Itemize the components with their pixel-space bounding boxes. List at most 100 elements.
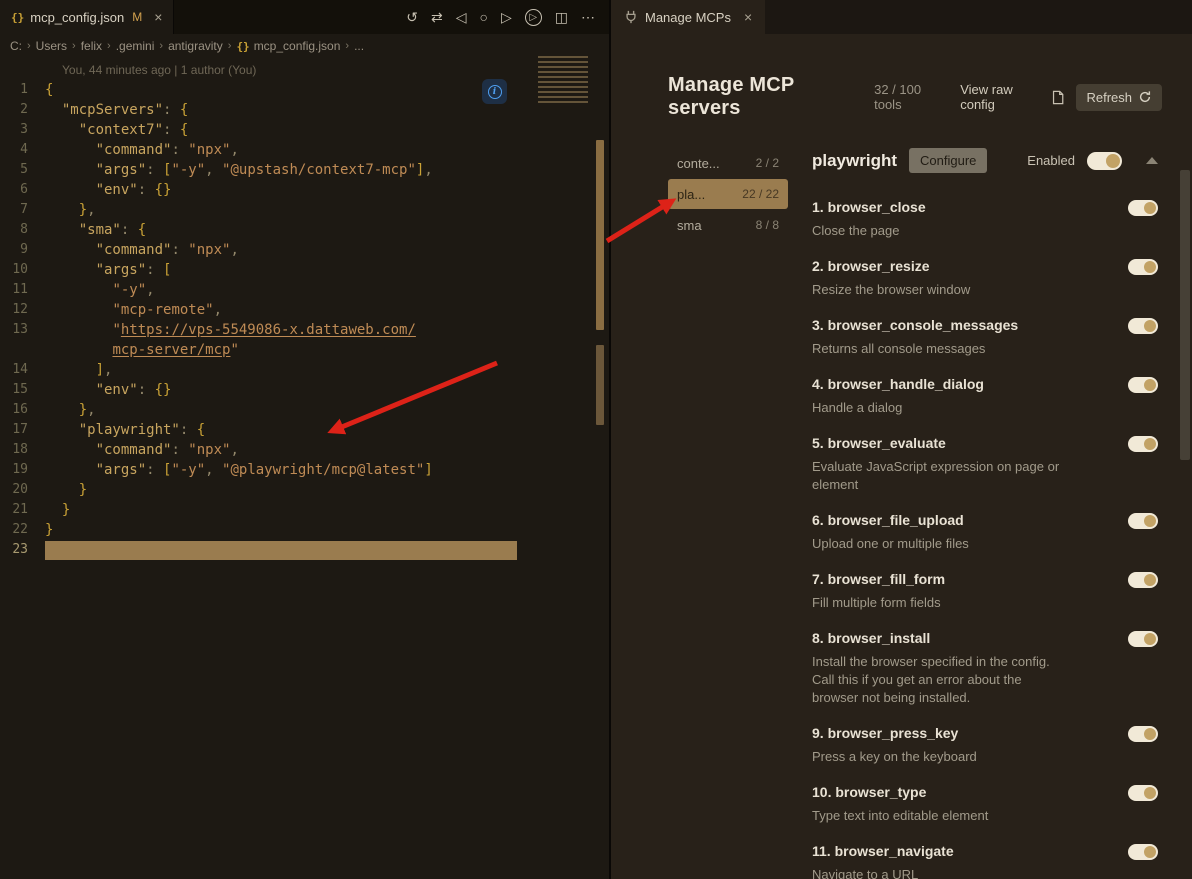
code-line[interactable]: mcp-server/mcp" [0,340,609,360]
panel-tab-close-icon[interactable]: × [744,9,752,25]
line-number: 14 [0,360,45,380]
tab-mcp-config-json[interactable]: {} mcp_config.json M × [0,0,174,34]
line-number: 21 [0,500,45,520]
tool-toggle[interactable] [1128,377,1158,393]
code-token: {} [155,182,172,198]
info-button[interactable]: i [482,79,507,104]
tool-description: Returns all console messages [812,340,1068,358]
code-text: "env": {} [45,180,171,200]
code-line[interactable]: 5 "args": ["-y", "@upstash/context7-mcp"… [0,160,609,180]
scroll-up-arrow[interactable] [1146,157,1158,164]
server-tool-count: 2 / 2 [756,156,779,170]
breadcrumb-item[interactable]: Users [36,39,67,53]
code-token: : [171,142,188,158]
tab-close-icon[interactable]: × [154,9,162,25]
code-line[interactable]: 20 } [0,480,609,500]
tool-name: 3. browser_console_messages [812,317,1068,333]
code-line[interactable]: 21 } [0,500,609,520]
code-line[interactable]: 6 "env": {} [0,180,609,200]
breadcrumb-item[interactable]: felix [81,39,102,53]
code-token [45,342,112,358]
tool-toggle[interactable] [1128,572,1158,588]
code-token: , [424,162,432,178]
breadcrumb-item[interactable]: .gemini [116,39,155,53]
split-editor-icon[interactable]: ◫ [555,9,568,26]
editor-scrollbar-thumb-secondary[interactable] [596,345,604,425]
breadcrumb-item[interactable]: antigravity [168,39,223,53]
prev-change-icon[interactable]: ◁ [456,9,467,26]
page-title: Manage MCP servers [668,74,862,120]
tool-toggle[interactable] [1128,785,1158,801]
tool-info: 8. browser_installInstall the browser sp… [812,630,1128,707]
code-token: "mcpServers" [62,102,163,118]
configure-button[interactable]: Configure [909,148,987,173]
tool-toggle[interactable] [1128,436,1158,452]
next-change-icon[interactable]: ▷ [501,9,512,26]
code-line[interactable]: 10 "args": [ [0,260,609,280]
tool-row: 8. browser_installInstall the browser sp… [812,630,1158,707]
timeline-icon[interactable]: ↺ [406,9,418,26]
code-line[interactable]: 22} [0,520,609,540]
view-raw-config-link[interactable]: View raw config [960,82,1064,112]
code-line[interactable]: 3 "context7": { [0,120,609,140]
editor-body[interactable]: You, 44 minutes ago | 1 author (You) 1{2… [0,58,609,879]
code-line[interactable]: 18 "command": "npx", [0,440,609,460]
code-line[interactable]: 16 }, [0,400,609,420]
code-token: "args" [96,462,147,478]
server-item-playwright[interactable]: pla...22 / 22 [668,179,788,209]
code-token: , [205,462,222,478]
code-line[interactable]: 11 "-y", [0,280,609,300]
code-line[interactable]: 12 "mcp-remote", [0,300,609,320]
tab-manage-mcps[interactable]: Manage MCPs × [611,0,765,34]
breadcrumb-separator: › [72,40,76,52]
open-changes-icon[interactable]: ⇄ [431,9,443,26]
tool-toggle[interactable] [1128,259,1158,275]
code-line[interactable]: 14 ], [0,360,609,380]
code-line[interactable]: 1{ [0,80,609,100]
code-line[interactable]: 4 "command": "npx", [0,140,609,160]
code-line[interactable]: 19 "args": ["-y", "@playwright/mcp@lates… [0,460,609,480]
code-token [45,402,79,418]
code-line[interactable]: 15 "env": {} [0,380,609,400]
code-token: "sma" [79,222,121,238]
breadcrumb-item[interactable]: C: [10,39,22,53]
toggle-knob [1144,515,1156,527]
server-enabled-toggle[interactable] [1087,152,1122,170]
code-token: { [197,422,205,438]
breadcrumb-item[interactable]: {}mcp_config.json [236,39,340,53]
gutter-indicator-icon[interactable]: ○ [480,9,488,25]
editor-scrollbar-thumb[interactable] [596,140,604,330]
breadcrumb-item[interactable]: ... [354,39,364,53]
tool-toggle[interactable] [1128,631,1158,647]
server-item-context7[interactable]: conte...2 / 2 [668,148,788,178]
code-line[interactable]: 9 "command": "npx", [0,240,609,260]
tool-toggle[interactable] [1128,513,1158,529]
code-token: } [79,482,87,498]
tool-name: 10. browser_type [812,784,1068,800]
server-item-sma[interactable]: sma8 / 8 [668,210,788,240]
more-actions-icon[interactable]: ⋯ [581,9,595,26]
git-modified-badge: M [132,10,142,24]
code-line[interactable]: 23 [0,540,609,560]
breadcrumb: C:›Users›felix›.gemini›antigravity›{}mcp… [0,34,609,58]
code-token [45,362,96,378]
run-icon[interactable]: ▷ [525,9,542,26]
code-line[interactable]: 17 "playwright": { [0,420,609,440]
code-token: , [146,282,154,298]
minimap[interactable] [538,56,588,103]
tool-toggle[interactable] [1128,200,1158,216]
refresh-button[interactable]: Refresh [1076,84,1162,111]
code-line[interactable]: 13 "https://vps-5549086-x.dattaweb.com/ [0,320,609,340]
panel-scrollbar-thumb[interactable] [1180,170,1190,460]
git-blame-annotation[interactable]: You, 44 minutes ago | 1 author (You) [62,63,256,77]
tool-toggle[interactable] [1128,726,1158,742]
tool-info: 7. browser_fill_formFill multiple form f… [812,571,1128,612]
tool-row: 9. browser_press_keyPress a key on the k… [812,725,1158,766]
tool-toggle[interactable] [1128,844,1158,860]
breadcrumb-item-label: felix [81,39,102,53]
code-line[interactable]: 8 "sma": { [0,220,609,240]
tool-row: 7. browser_fill_formFill multiple form f… [812,571,1158,612]
tool-toggle[interactable] [1128,318,1158,334]
code-line[interactable]: 2 "mcpServers": { [0,100,609,120]
code-line[interactable]: 7 }, [0,200,609,220]
